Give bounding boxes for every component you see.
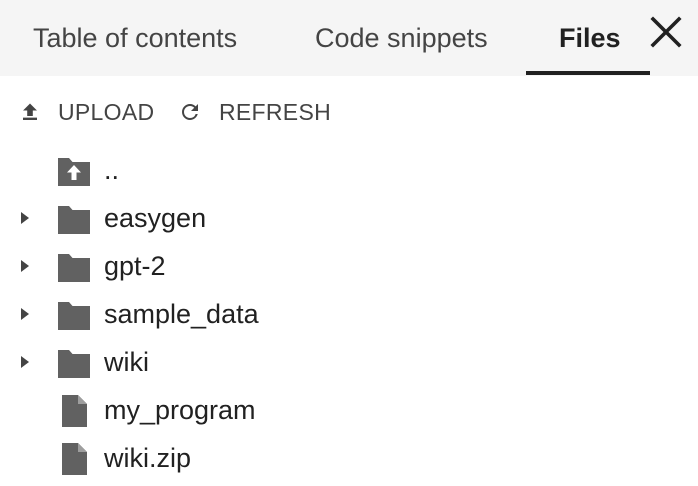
file-row-gpt-2[interactable]: gpt-2 <box>0 242 698 290</box>
file-row-my-program[interactable]: my_program <box>0 386 698 434</box>
file-row-wiki-zip[interactable]: wiki.zip <box>0 434 698 482</box>
close-icon[interactable] <box>648 14 684 50</box>
file-name: gpt-2 <box>104 251 166 281</box>
file-row-parent[interactable]: .. <box>0 146 698 194</box>
file-tree: .. easygen gpt-2 sample_data wiki my_pro… <box>0 146 698 482</box>
file-name: wiki <box>104 347 149 377</box>
folder-icon <box>56 346 92 380</box>
upload-button[interactable]: UPLOAD <box>18 92 154 132</box>
active-tab-indicator <box>526 71 650 75</box>
file-name: wiki.zip <box>104 443 192 473</box>
file-row-easygen[interactable]: easygen <box>0 194 698 242</box>
file-row-sample-data[interactable]: sample_data <box>0 290 698 338</box>
file-name: sample_data <box>104 299 259 329</box>
folder-icon <box>56 250 92 284</box>
refresh-icon <box>178 100 202 124</box>
file-name: my_program <box>104 395 256 425</box>
tab-files[interactable]: Files <box>559 0 621 76</box>
expand-caret-icon[interactable] <box>18 352 32 372</box>
file-name: .. <box>104 155 120 185</box>
file-icon <box>56 442 92 476</box>
folder-icon <box>56 298 92 332</box>
folder-icon <box>56 202 92 236</box>
expand-caret-icon[interactable] <box>18 208 32 228</box>
tab-bar: Table of contents Code snippets Files <box>0 0 698 76</box>
upload-label: UPLOAD <box>58 98 155 125</box>
refresh-label: REFRESH <box>219 98 332 125</box>
tab-code-snippets[interactable]: Code snippets <box>315 0 488 76</box>
files-panel: Table of contents Code snippets Files UP… <box>0 0 698 486</box>
expand-caret-icon[interactable] <box>18 256 32 276</box>
file-row-wiki[interactable]: wiki <box>0 338 698 386</box>
file-name: easygen <box>104 203 207 233</box>
tab-table-of-contents[interactable]: Table of contents <box>33 0 237 76</box>
refresh-button[interactable]: REFRESH <box>178 92 331 132</box>
folder-up-icon <box>56 154 92 188</box>
upload-icon <box>18 100 42 124</box>
expand-caret-icon[interactable] <box>18 304 32 324</box>
file-icon <box>56 394 92 428</box>
